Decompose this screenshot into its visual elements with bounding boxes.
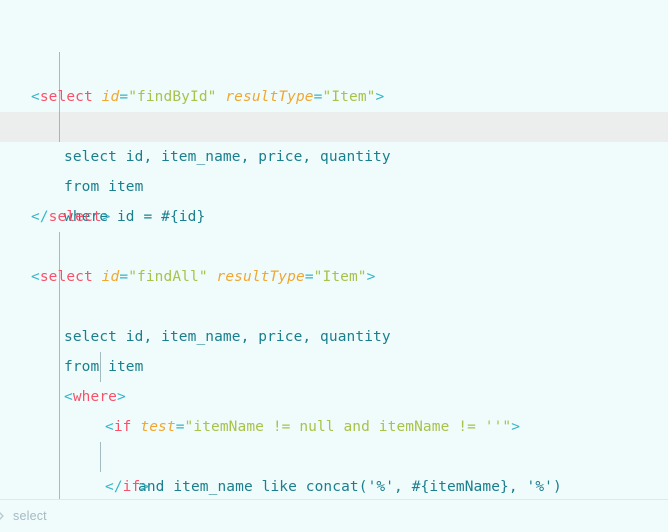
code-line-content: </if> bbox=[0, 472, 668, 499]
token-close-tag-open: </ bbox=[105, 479, 123, 495]
indent-guide bbox=[59, 442, 60, 472]
code-line-current[interactable]: where id = #{id} bbox=[0, 112, 668, 225]
token-sql-text: select id, item_name, price, quantity bbox=[64, 149, 391, 165]
token-attr-value: "findAll" bbox=[128, 269, 208, 285]
token-open-bracket: < bbox=[64, 389, 73, 405]
token-attr-value: "findById" bbox=[128, 89, 217, 105]
token-attr-value: "itemName != null and itemName != ''" bbox=[184, 419, 512, 435]
code-line[interactable]: select id, item_name, price, quantity bbox=[0, 232, 668, 345]
token-sql-text: from item bbox=[64, 179, 144, 195]
token-tag-name: if bbox=[122, 479, 141, 495]
code-line-content: <where> bbox=[0, 382, 668, 412]
code-editor-pane[interactable]: <select id="findById" resultType="Item">… bbox=[0, 0, 668, 499]
token-close-tag-open: </ bbox=[31, 209, 49, 225]
token-tag-name: select bbox=[39, 269, 93, 285]
indent-guide bbox=[59, 52, 60, 82]
token-tag-name: where bbox=[72, 389, 117, 405]
token-open-bracket: < bbox=[31, 89, 40, 105]
token-close-bracket: > bbox=[366, 269, 376, 285]
token-attr-name: test bbox=[140, 419, 176, 435]
code-line-content: <if test="itemName != null and itemName … bbox=[0, 412, 668, 442]
code-line-content: select id, item_name, price, quantity bbox=[0, 322, 668, 352]
token-tag-name: if bbox=[113, 419, 132, 435]
chevron-right-icon bbox=[0, 511, 7, 521]
token-sql-text: from item bbox=[64, 359, 144, 375]
code-line-content: from item bbox=[0, 172, 668, 202]
breadcrumb-item-select[interactable]: select bbox=[13, 509, 47, 523]
token-tag-name: select bbox=[48, 209, 102, 225]
token-close-bracket: > bbox=[117, 389, 126, 405]
token-attr-name: resultType bbox=[216, 269, 305, 285]
code-line[interactable]: <where> bbox=[0, 292, 668, 405]
token-tag-name: select bbox=[39, 89, 93, 105]
token-open-bracket: < bbox=[105, 419, 114, 435]
code-line[interactable]: and price <= #{maxPrice} bbox=[0, 442, 668, 472]
code-line-content: from item bbox=[0, 352, 668, 382]
code-line-content: </select> bbox=[0, 202, 668, 232]
token-attr-name: resultType bbox=[225, 89, 314, 105]
token-equals: = bbox=[119, 89, 129, 105]
token-attr-value: "Item" bbox=[322, 89, 376, 105]
token-attr-name: id bbox=[101, 89, 120, 105]
token-close-bracket: > bbox=[140, 479, 150, 495]
token-sql-text: select id, item_name, price, quantity bbox=[64, 329, 391, 345]
code-line[interactable]: <select id="findById" resultType="Item"> bbox=[0, 22, 668, 105]
indent-guide bbox=[59, 292, 60, 322]
breadcrumb[interactable]: select bbox=[0, 499, 668, 532]
code-line-content: <select id="findAll" resultType="Item"> bbox=[0, 262, 668, 292]
token-attr-name: id bbox=[101, 269, 120, 285]
token-open-bracket: < bbox=[31, 269, 40, 285]
token-equals: = bbox=[119, 269, 129, 285]
token-equals: = bbox=[304, 269, 314, 285]
code-line-content: <select id="findById" resultType="Item"> bbox=[0, 82, 668, 112]
code-line[interactable]: select id, item_name, price, quantity bbox=[0, 52, 668, 165]
indent-guide bbox=[59, 112, 60, 142]
token-attr-value: "Item" bbox=[313, 269, 367, 285]
token-equals: = bbox=[175, 419, 185, 435]
token-close-bracket: > bbox=[101, 209, 111, 225]
token-close-bracket: > bbox=[511, 419, 521, 435]
indent-guide bbox=[59, 232, 60, 262]
indent-guide bbox=[100, 442, 101, 472]
token-close-bracket: > bbox=[375, 89, 385, 105]
token-equals: = bbox=[313, 89, 323, 105]
code-line-content: select id, item_name, price, quantity bbox=[0, 142, 668, 172]
editor-window: <select id="findById" resultType="Item">… bbox=[0, 0, 668, 532]
